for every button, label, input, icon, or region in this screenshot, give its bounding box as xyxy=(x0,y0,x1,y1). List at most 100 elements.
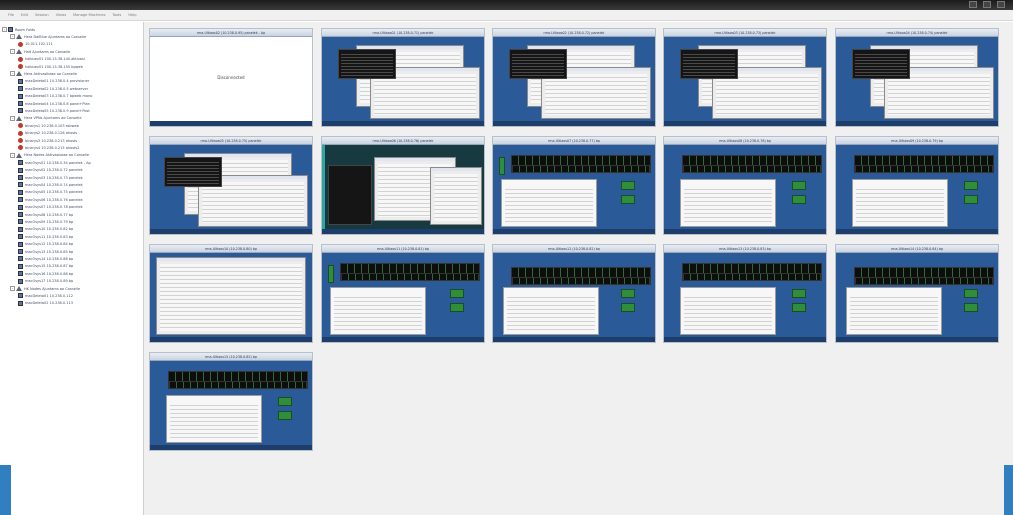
tree-item[interactable]: macOsys15 10.238.0.87 bp xyxy=(18,263,73,270)
machine-thumbnail[interactable]: rma-Ultiaos05 (10.238.0.75) panelek xyxy=(149,136,313,235)
tree-item[interactable]: - HK Nodes Ajuntams ao Conseile xyxy=(10,285,80,292)
machine-thumbnail[interactable]: rma-Ultiaos15 (10.238.0.85) bp xyxy=(149,352,313,451)
tree-item-label: macOsys14 10.238.0.86 bp xyxy=(25,256,74,261)
remote-document-titlebar xyxy=(157,258,305,261)
remote-window xyxy=(680,287,776,335)
thumbnail-title: rma-Ultiaos08 (10.238.0.78) bp xyxy=(664,137,826,145)
menu-session[interactable]: Session xyxy=(35,13,49,17)
tree-item[interactable]: macOsys04 10.238.0.74 panelek xyxy=(18,181,83,188)
tree-item[interactable]: halbuex01 100.15.38.140.aktivasi xyxy=(18,56,85,63)
tree-item-label: macOsys02 10.238.0.72 panelek xyxy=(25,168,83,173)
expand-collapse-icon[interactable]: - xyxy=(10,152,15,158)
menu-views[interactable]: Views xyxy=(56,13,66,17)
tree-item-label: macOsys11 10.238.0.83 bp xyxy=(25,234,74,239)
tree-item[interactable]: macOsys10 10.238.0.82 bp xyxy=(18,226,73,233)
machine-thumbnail[interactable]: rma-Ultiaos02 (10.238.0.95) panelek - Ap… xyxy=(149,28,313,127)
tree-item[interactable]: binarys4 10.238.0.215 ahosts2 xyxy=(18,144,79,151)
tree-item[interactable]: macOsys03 10.238.0.73 panelek xyxy=(18,174,83,181)
tree-item-label: halbuex01 100.15.38.155 bpweb xyxy=(25,64,83,69)
thumbnail-status-bar xyxy=(150,445,312,450)
tree-item[interactable]: macOsys17 10.238.0.89 bp xyxy=(18,278,73,285)
status-indicator xyxy=(328,265,334,283)
tree-item-label: macOsys12 10.238.0.84 bp xyxy=(25,242,74,247)
tree-item[interactable]: macDeleta01 10.238.0.112 xyxy=(18,292,73,299)
machine-thumbnail[interactable]: rma-Ultiaos08 (10.238.0.78) bp xyxy=(663,136,827,235)
machine-thumbnail[interactable]: rma-Ultiaos10 (10.238.0.80) bp xyxy=(149,244,313,343)
tree-item[interactable]: - Room Folds xyxy=(2,26,35,33)
machine-thumbnail[interactable]: rma-Ultiaos13 (10.238.0.83) bp xyxy=(663,244,827,343)
remote-terminal xyxy=(852,49,910,79)
thumbnail-title: rma-Ultiaos09 (10.238.0.79) bp xyxy=(836,137,998,145)
tree-item[interactable]: macOsys14 10.238.0.86 bp xyxy=(18,255,73,262)
menu-manage-machines[interactable]: Manage Machines xyxy=(73,13,105,17)
machine-thumbnail[interactable]: rma-Ultiaos11 (10.238.0.81) bp xyxy=(321,244,485,343)
menu-tools[interactable]: Tools xyxy=(112,13,121,17)
tree-item[interactable]: halbuex01 100.15.38.155 bpweb xyxy=(18,63,83,70)
tree-item[interactable]: macOsys08 10.238.0.77 bp xyxy=(18,211,73,218)
menu-help[interactable]: Help xyxy=(128,13,136,17)
tree-item[interactable]: binarys2 10.238.0.126 ahosts xyxy=(18,130,77,137)
expand-collapse-icon[interactable]: - xyxy=(10,71,15,77)
machine-thumbnail[interactable]: rma-Ultiaos02 (10.238.0.72) panelek xyxy=(492,28,656,127)
tree-item[interactable]: macOsys05 10.238.0.75 panelek xyxy=(18,189,83,196)
machine-thumbnail[interactable]: rma-Ultiaos06 (10.238.0.76) panelek xyxy=(321,136,485,235)
expand-collapse-icon[interactable]: - xyxy=(2,27,7,32)
monitor-icon xyxy=(18,78,23,84)
remote-window-content xyxy=(684,294,772,331)
tree-item[interactable]: maxDeleta05 10.238.0.9 panel+Post xyxy=(18,107,90,114)
root-folder-icon xyxy=(8,27,13,32)
expand-collapse-icon[interactable]: - xyxy=(10,115,15,121)
tree-item-label: macOsys17 10.238.0.89 bp xyxy=(25,279,74,284)
tree-item[interactable]: macDeleta02 10.238.0.113 xyxy=(18,300,73,307)
tree-item[interactable]: 10.011.102.111 xyxy=(18,41,53,48)
tree-item[interactable]: - Halt Ajuntams ao Conseile xyxy=(10,48,70,55)
machine-thumbnail[interactable]: rma-Ultiaos12 (10.238.0.82) bp xyxy=(492,244,656,343)
close-icon[interactable] xyxy=(997,1,1005,8)
machine-tree[interactable]: - Room Folds - Hera DaiBlue Ajuntams ao Con… xyxy=(0,22,142,515)
tree-item[interactable]: binarys1 10.238.0.103 ssbweb xyxy=(18,122,79,129)
expand-collapse-icon[interactable]: - xyxy=(10,34,15,40)
status-indicator xyxy=(450,303,464,312)
monitor-strip-row xyxy=(169,381,307,389)
machine-thumbnail[interactable]: rma-Ultiaos01 (10.238.0.71) panelek xyxy=(321,28,485,127)
tree-item[interactable]: - Hera VPNs Ajuntams ao Conseile xyxy=(10,115,81,122)
maximize-icon[interactable] xyxy=(983,1,991,8)
expand-collapse-icon[interactable]: - xyxy=(10,286,15,291)
tree-item[interactable]: macOsys07 10.238.0.78 panelek xyxy=(18,204,83,211)
machine-thumbnail[interactable]: rma-Ultiaos04 (10.238.0.74) panelek xyxy=(835,28,999,127)
tree-item[interactable]: macOsys01 10.238.0.34 panelek - Ap xyxy=(18,159,91,166)
machine-thumbnail[interactable]: rma-Ultiaos14 (10.238.0.84) bp xyxy=(835,244,999,343)
minimize-icon[interactable] xyxy=(969,1,977,8)
monitor-strip xyxy=(340,263,480,281)
tree-item[interactable]: - Hera Nodes Aktivasibase ao Conseile xyxy=(10,152,89,159)
monitor-icon xyxy=(18,256,23,262)
tree-item[interactable]: maxDeleta01 10.238.0.4 provisioner xyxy=(18,78,89,85)
tree-item[interactable]: macOsys16 10.238.0.88 bp xyxy=(18,270,73,277)
tree-item[interactable]: - Hera DaiBlue Ajuntams ao Conseile xyxy=(10,33,86,40)
tree-item[interactable]: maxDeleta02 10.238.0.5 webserver xyxy=(18,85,88,92)
warning-triangle-icon xyxy=(16,49,22,55)
remote-dialog-content xyxy=(374,74,476,115)
machine-thumbnail[interactable]: rma-Ultiaos03 (10.238.0.73) panelek xyxy=(663,28,827,127)
tree-item-label: HK Nodes Ajuntams ao Conseile xyxy=(24,286,81,291)
monitor-icon xyxy=(18,160,23,166)
remote-terminal xyxy=(338,49,396,79)
tree-item[interactable]: macOsys02 10.238.0.72 panelek xyxy=(18,167,83,174)
tree-item[interactable]: macOsys13 10.238.0.85 bp xyxy=(18,248,73,255)
tree-item[interactable]: macOsys11 10.238.0.83 bp xyxy=(18,233,73,240)
thumbnail-status-bar xyxy=(322,337,484,342)
tree-item[interactable]: macOsys12 10.238.0.84 bp xyxy=(18,241,73,248)
tree-item[interactable]: maxDeleta03 10.238.0.7 bpweb mono xyxy=(18,93,92,100)
tree-item[interactable]: - Hera Aktivasibase ao Conseile xyxy=(10,70,77,77)
monitor-strip xyxy=(854,155,994,173)
menu-file[interactable]: File xyxy=(8,13,14,17)
tree-item[interactable]: binarys3 10.238.0.213 ahosts xyxy=(18,137,77,144)
expand-collapse-icon[interactable]: - xyxy=(10,49,15,55)
tree-item[interactable]: macOsys09 10.238.0.79 bp xyxy=(18,218,73,225)
machine-thumbnail[interactable]: rma-Ultiaos07 (10.238.0.77) bp xyxy=(492,136,656,235)
machine-thumbnail[interactable]: rma-Ultiaos09 (10.238.0.79) bp xyxy=(835,136,999,235)
tree-item[interactable]: maxDeleta04 10.238.0.8 panel+Plan xyxy=(18,100,90,107)
status-indicator xyxy=(621,289,635,298)
menu-edit[interactable]: Edit xyxy=(21,13,28,17)
tree-item[interactable]: macOsys06 10.238.0.76 panelek xyxy=(18,196,83,203)
